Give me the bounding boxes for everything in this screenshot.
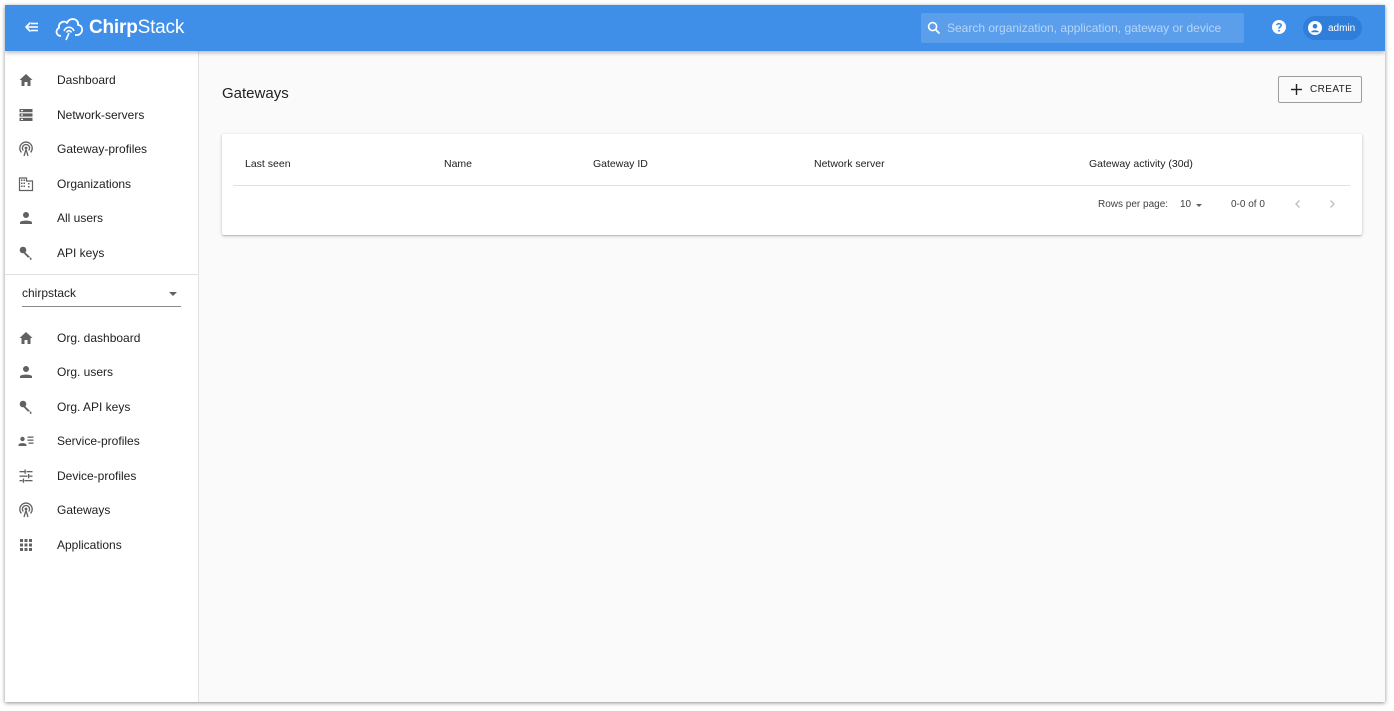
- person-icon: [20, 212, 32, 224]
- help-icon[interactable]: [1271, 19, 1287, 40]
- sidebar-item-label: Applications: [57, 538, 122, 552]
- sidebar-item-label: Organizations: [57, 177, 132, 191]
- sidebar-item-label: Dashboard: [57, 73, 116, 87]
- server-icon: [19, 109, 33, 121]
- tune-icon: [19, 469, 33, 483]
- chevron-right-icon: [1330, 200, 1335, 208]
- chirpstack-logo[interactable]: ChirpStack: [53, 12, 184, 44]
- sidebar-item-label: Network-servers: [57, 108, 145, 122]
- cloud-logo-icon: [55, 18, 84, 41]
- person-icon: [20, 366, 32, 378]
- user-menu-button[interactable]: admin: [1303, 16, 1362, 40]
- rows-per-page-select[interactable]: 10: [1180, 199, 1191, 210]
- sidebar-item-device-profiles[interactable]: Device-profiles: [5, 459, 198, 493]
- next-page-button[interactable]: [1325, 197, 1339, 211]
- account-circle-icon: [1308, 21, 1322, 35]
- column-header-last-seen[interactable]: Last seen: [245, 158, 291, 170]
- sidebar-item-gateway-profiles[interactable]: Gateway-profiles: [5, 132, 198, 166]
- sidebar-item-gateways[interactable]: Gateways: [5, 493, 198, 527]
- sidebar-item-label: Org. users: [57, 365, 114, 379]
- user-name: admin: [1328, 22, 1356, 34]
- table-divider: [233, 185, 1350, 186]
- logo-text: ChirpStack: [89, 17, 185, 38]
- create-button[interactable]: CREATE: [1278, 76, 1362, 103]
- apps-grid-icon: [20, 539, 32, 551]
- sidebar-item-service-profiles[interactable]: Service-profiles: [5, 424, 198, 458]
- sidebar-item-label: Service-profiles: [57, 434, 140, 448]
- search-icon: [927, 21, 941, 35]
- sidebar-item-label: API keys: [57, 246, 105, 260]
- pagination-range: 0-0 of 0: [1231, 199, 1265, 210]
- sidebar-item-label: All users: [57, 211, 104, 225]
- app-window: ChirpStack admin: [5, 5, 1385, 702]
- page-title: Gateways: [222, 85, 289, 102]
- sidebar-item-label: Org. dashboard: [57, 331, 141, 345]
- building-icon: [18, 177, 34, 192]
- chevron-down-icon: [169, 292, 177, 296]
- sidebar-item-applications[interactable]: Applications: [5, 528, 198, 562]
- create-button-label: CREATE: [1310, 84, 1353, 95]
- column-header-network-server[interactable]: Network server: [814, 158, 885, 170]
- sidebar-item-organizations[interactable]: Organizations: [5, 167, 198, 201]
- sidebar-item-label: Gateway-profiles: [57, 142, 148, 156]
- rows-per-page-label: Rows per page:: [1098, 199, 1169, 210]
- key-icon: [19, 400, 32, 414]
- column-header-gateway-activity[interactable]: Gateway activity (30d): [1089, 158, 1193, 170]
- sidebar-item-network-servers[interactable]: Network-servers: [5, 98, 198, 132]
- home-icon: [19, 74, 33, 86]
- home-icon: [19, 332, 33, 344]
- menu-collapse-icon[interactable]: [21, 16, 43, 38]
- sidebar-item-label: Device-profiles: [57, 469, 137, 483]
- key-icon: [19, 246, 32, 260]
- sidebar-item-org-api-keys[interactable]: Org. API keys: [5, 390, 198, 424]
- sidebar-item-org-users[interactable]: Org. users: [5, 355, 198, 389]
- chevron-down-icon[interactable]: [1196, 204, 1202, 207]
- sidebar-item-all-users[interactable]: All users: [5, 201, 198, 235]
- sidebar: Dashboard Network-servers Gateway-profil…: [5, 51, 199, 702]
- sidebar-divider: [5, 274, 198, 275]
- search-box[interactable]: [921, 13, 1244, 43]
- previous-page-button[interactable]: [1291, 197, 1305, 211]
- plus-icon: [1291, 84, 1302, 95]
- gateways-table-card: Last seen Name Gateway ID Network server…: [222, 134, 1362, 235]
- column-header-gateway-id[interactable]: Gateway ID: [593, 158, 648, 170]
- gateway-antenna-icon: [19, 502, 33, 518]
- account-details-icon: [18, 436, 34, 446]
- organization-select[interactable]: chirpstack: [22, 281, 181, 307]
- sidebar-item-org-dashboard[interactable]: Org. dashboard: [5, 321, 198, 355]
- column-header-name[interactable]: Name: [444, 158, 472, 170]
- organization-select-value: chirpstack: [22, 286, 77, 300]
- chevron-left-icon: [1295, 200, 1300, 208]
- sidebar-item-label: Org. API keys: [57, 400, 131, 414]
- search-input[interactable]: [947, 21, 1237, 35]
- app-bar: ChirpStack admin: [5, 5, 1385, 51]
- sidebar-item-label: Gateways: [57, 503, 111, 517]
- gateway-antenna-icon: [19, 141, 33, 157]
- sidebar-item-dashboard[interactable]: Dashboard: [5, 63, 198, 97]
- sidebar-item-api-keys[interactable]: API keys: [5, 236, 198, 270]
